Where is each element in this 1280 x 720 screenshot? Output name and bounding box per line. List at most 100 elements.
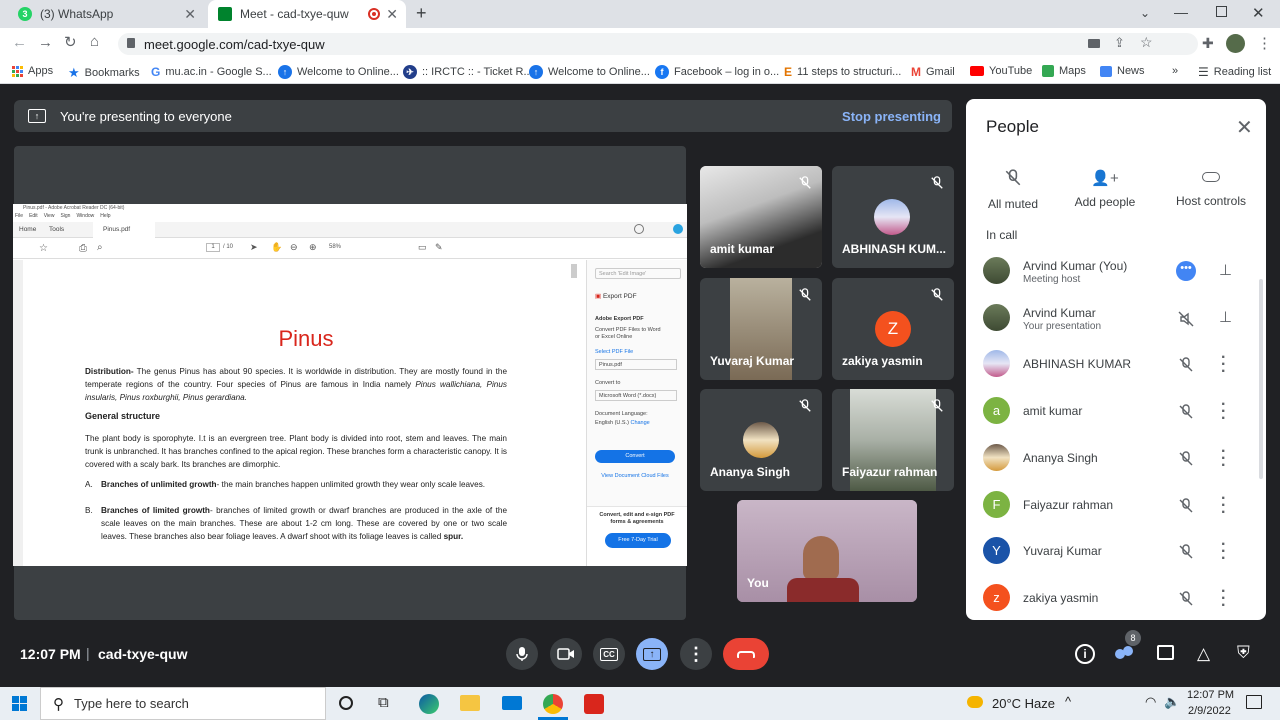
convert-button[interactable]: Convert <box>595 450 675 463</box>
bookmark-11-steps[interactable]: E 11 steps to structuri... <box>784 65 901 79</box>
more-options-icon[interactable]: · · · <box>1221 584 1226 614</box>
menu-sign[interactable]: Sign <box>60 213 70 221</box>
highlight-icon[interactable]: ✎ <box>435 242 443 253</box>
task-view-icon[interactable]: ⧉ <box>378 694 389 711</box>
bookmarks-overflow[interactable]: » <box>1172 65 1178 77</box>
menu-kebab-icon[interactable]: ⋮ <box>1257 34 1272 52</box>
bookmark-news[interactable]: News <box>1100 65 1145 77</box>
export-pdf-header[interactable]: ▣ Export PDF <box>595 292 637 300</box>
leave-call-button[interactable] <box>723 638 769 670</box>
notifications-icon[interactable] <box>1246 695 1262 709</box>
cortana-icon[interactable] <box>339 696 353 710</box>
format-select[interactable]: Microsoft Word (*.docx) <box>595 390 677 401</box>
list-item[interactable]: Ananya Singh · · · <box>966 436 1266 480</box>
host-controls-button[interactable]: Host controls <box>1171 169 1251 208</box>
more-options-icon[interactable]: · · · <box>1221 537 1226 567</box>
participant-tile-self[interactable]: You <box>737 500 917 602</box>
zoom-search-icon[interactable]: ⌕ <box>97 242 103 253</box>
help-icon[interactable] <box>634 224 644 234</box>
file-explorer-icon[interactable] <box>460 695 480 711</box>
host-controls-icon[interactable]: ⛨ <box>1237 643 1250 663</box>
clock-date[interactable]: 2/9/2022 <box>1188 705 1231 717</box>
tab-pinus-pdf[interactable]: Pinus.pdf <box>93 222 155 238</box>
new-tab-icon[interactable]: + <box>416 3 427 24</box>
edge-icon[interactable] <box>419 694 439 714</box>
more-options-icon[interactable]: · · · <box>1221 397 1226 427</box>
present-now-button[interactable]: ↑ <box>636 638 668 670</box>
tools-search-input[interactable]: Search 'Edit Image' <box>595 268 681 279</box>
comment-icon[interactable]: ▭ <box>418 242 427 253</box>
microphone-button[interactable] <box>506 638 538 670</box>
zoom-level[interactable]: 58% <box>329 244 341 250</box>
captions-button[interactable]: CC <box>593 638 625 670</box>
more-options-icon[interactable]: · · · <box>1221 350 1226 380</box>
participant-tile-faiyazur[interactable]: Faiyazur rahman <box>832 389 954 491</box>
view-cloud-files-link[interactable]: View Document Cloud Files <box>595 473 675 479</box>
tab-meet[interactable]: Meet - cad-txye-quw ✕ <box>208 0 406 28</box>
list-item[interactable]: ABHINASH KUMAR · · · <box>966 342 1266 386</box>
activities-icon[interactable]: △ <box>1197 644 1210 664</box>
list-item[interactable]: Y Yuvaraj Kumar · · · <box>966 529 1266 573</box>
participant-tile-amit[interactable]: amit kumar <box>700 166 822 268</box>
menu-edit[interactable]: Edit <box>29 213 38 221</box>
star-icon[interactable]: ☆ <box>39 243 48 254</box>
list-item[interactable]: Arvind Kumar (You) Meeting host ••• ⊥ <box>966 249 1266 293</box>
page-number-field[interactable]: 1 <box>206 243 220 252</box>
list-item[interactable]: F Faiyazur rahman · · · <box>966 483 1266 527</box>
unpin-icon[interactable]: ⊥ <box>1219 308 1232 326</box>
tray-overflow-icon[interactable]: ^ <box>1065 694 1071 709</box>
close-tab-icon[interactable]: ✕ <box>184 6 196 23</box>
menu-help[interactable]: Help <box>100 213 110 221</box>
profile-avatar[interactable] <box>1226 34 1245 53</box>
free-trial-button[interactable]: Free 7-Day Trial <box>605 533 671 548</box>
list-item[interactable]: a amit kumar · · · <box>966 389 1266 433</box>
close-panel-icon[interactable]: ✕ <box>1236 115 1253 140</box>
add-people-button[interactable]: 👤+ Add people <box>1070 169 1140 209</box>
bookmark-welcome-1[interactable]: ↑ Welcome to Online... <box>278 65 399 79</box>
taskbar-search-box[interactable]: ⚲ Type here to search <box>40 687 326 720</box>
bookmark-irctc[interactable]: ✈:: IRCTC :: - Ticket R... <box>403 65 533 79</box>
more-options-icon[interactable]: · · · <box>1221 444 1226 474</box>
menu-file[interactable]: File <box>15 213 23 221</box>
chat-icon[interactable] <box>1157 645 1174 660</box>
address-bar[interactable]: meet.google.com/cad-txye-quw ⇪ ☆ <box>118 33 1198 55</box>
acrobat-icon[interactable] <box>584 694 604 714</box>
menu-window[interactable]: Window <box>76 213 94 221</box>
select-tool-icon[interactable]: ➤ <box>250 242 258 253</box>
wifi-icon[interactable]: ◠ <box>1145 694 1156 710</box>
bookmark-youtube[interactable]: YouTube <box>970 65 1032 77</box>
people-button[interactable]: 8 <box>1113 630 1141 666</box>
pdf-scrollbar[interactable] <box>571 264 577 278</box>
bookmark-apps[interactable]: Apps <box>12 65 53 77</box>
mail-icon[interactable] <box>502 696 522 710</box>
list-item[interactable]: Arvind Kumar Your presentation ⊥ <box>966 296 1266 340</box>
minimize-icon[interactable]: — <box>1174 4 1188 20</box>
zoom-out-icon[interactable]: ⊖ <box>290 242 298 253</box>
close-window-icon[interactable]: ✕ <box>1252 4 1265 22</box>
bookmark-mu[interactable]: Gmu.ac.in - Google S... <box>151 65 272 79</box>
reading-list[interactable]: ☰ Reading list <box>1198 65 1271 79</box>
more-options-button[interactable]: ⋮ <box>680 638 712 670</box>
participant-tile-abhinash[interactable]: ABHINASH KUM... <box>832 166 954 268</box>
selected-file-field[interactable]: Pinus.pdf <box>595 359 677 370</box>
back-icon[interactable]: ← <box>12 34 27 51</box>
volume-icon[interactable]: 🔈 <box>1164 694 1180 710</box>
tab-home[interactable]: Home <box>19 226 36 233</box>
participant-tile-yuvaraj[interactable]: Yuvaraj Kumar <box>700 278 822 380</box>
all-muted-button[interactable]: All muted <box>983 169 1043 211</box>
pin-icon[interactable]: ⊥ <box>1219 261 1232 279</box>
select-pdf-link[interactable]: Select PDF File <box>595 349 633 355</box>
more-options-icon[interactable]: · · · <box>1221 491 1226 521</box>
bookmark-facebook[interactable]: f Facebook – log in o... <box>655 65 779 79</box>
extensions-icon[interactable]: ✚ <box>1202 35 1214 52</box>
close-tab-icon[interactable]: ✕ <box>386 6 398 23</box>
participant-tile-ananya[interactable]: Ananya Singh <box>700 389 822 491</box>
menu-view[interactable]: View <box>44 213 55 221</box>
maximize-icon[interactable] <box>1216 6 1227 17</box>
bookmark-gmail[interactable]: M Gmail <box>911 65 955 79</box>
list-item[interactable]: z zakiya yasmin · · · <box>966 576 1266 620</box>
bookmark-star-icon[interactable]: ☆ <box>1140 34 1153 51</box>
home-icon[interactable]: ⌂ <box>90 33 99 50</box>
stop-presenting-button[interactable]: Stop presenting <box>842 109 941 124</box>
meeting-details-icon[interactable]: i <box>1075 644 1095 664</box>
